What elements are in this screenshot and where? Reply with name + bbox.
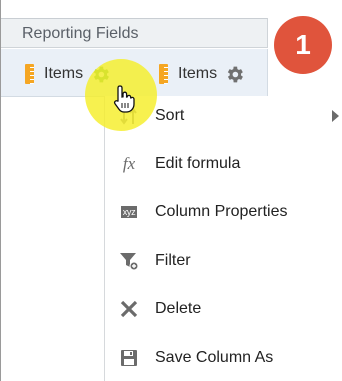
field-type-icon [159,64,168,84]
reporting-fields-header: Reporting Fields [1,18,268,48]
column-properties-icon: xyz [117,200,141,224]
hand-cursor-icon [114,85,135,113]
field-label: Items [178,65,218,82]
save-icon [117,346,141,370]
submenu-arrow-icon [332,110,339,122]
menu-item-label: Column Properties [155,203,288,220]
field-chip-items-2[interactable]: Items [159,63,245,85]
menu-item-label: Sort [155,107,185,124]
column-properties-icon-text: xyz [120,206,138,218]
delete-icon [117,297,141,321]
menu-item-label: Edit formula [155,155,241,172]
formula-icon: fx [122,154,136,173]
menu-item-label: Filter [155,252,191,269]
field-label: Items [44,65,84,82]
menu-item-column-properties[interactable]: xyz Column Properties [105,196,342,228]
menu-item-filter[interactable]: Filter [105,245,342,277]
step-callout-badge: 1 [274,16,332,74]
menu-item-edit-formula[interactable]: fx Edit formula [105,148,342,180]
menu-item-delete[interactable]: Delete [105,293,342,325]
panel-title: Reporting Fields [22,25,139,42]
field-type-icon [25,64,34,84]
callout-number: 1 [295,29,311,60]
filter-icon [117,249,141,273]
menu-item-save-column-as[interactable]: Save Column As [105,342,342,374]
menu-item-label: Delete [155,300,202,317]
gear-icon[interactable] [224,64,245,85]
menu-item-label: Save Column As [155,349,274,366]
context-menu: Sort fx Edit formula xyz Column Properti… [104,96,342,381]
